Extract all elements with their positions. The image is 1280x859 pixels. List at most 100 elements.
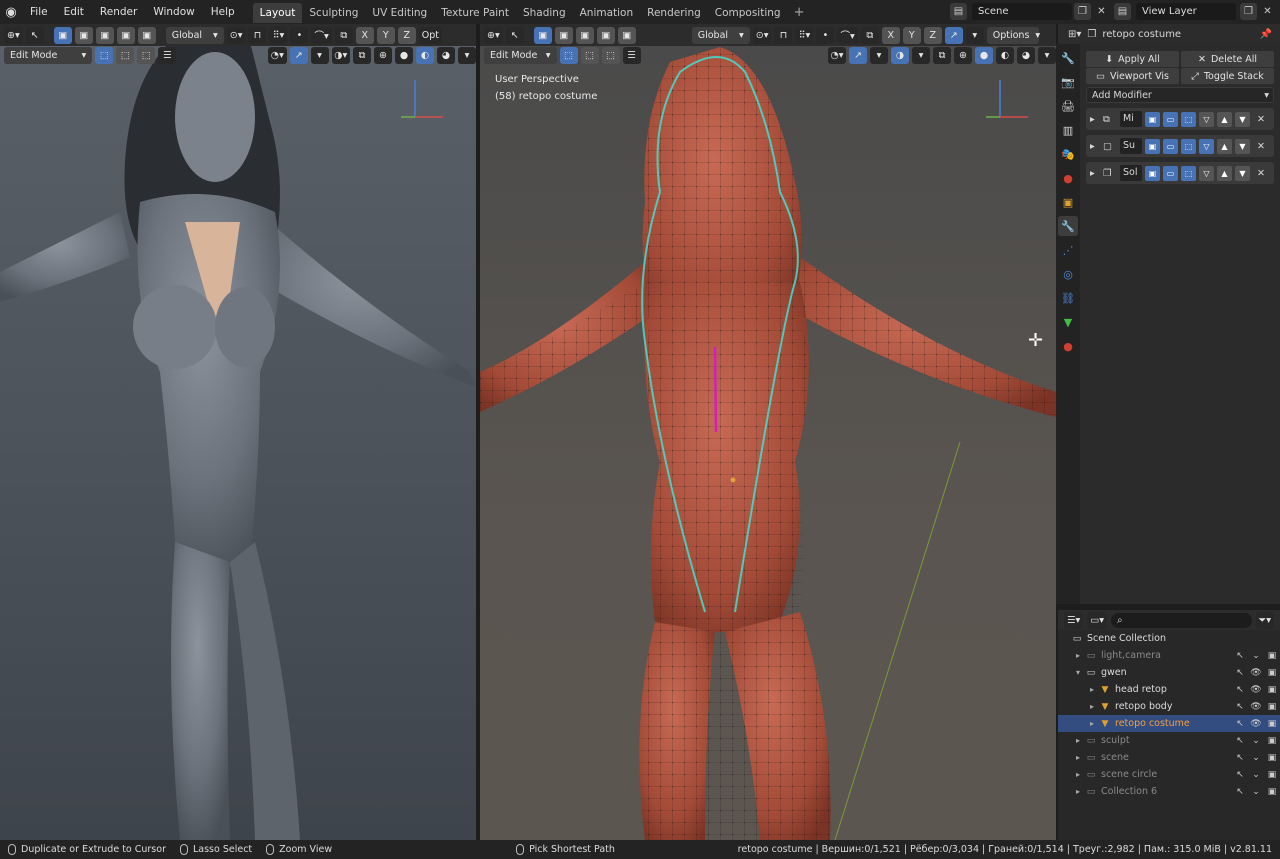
xray-toggle-icon[interactable]: ⧉: [353, 46, 371, 64]
view-layer-copy-icon[interactable]: ❐: [1240, 3, 1257, 20]
outliner-row[interactable]: ▸ ▭ scene circle ↖ ⌄ ▣: [1058, 766, 1280, 783]
menu-hamburger-icon[interactable]: ☰: [158, 46, 177, 64]
gizmo-dropdown-icon[interactable]: ▾: [310, 46, 329, 64]
on-cage-icon[interactable]: ▽: [1199, 111, 1214, 127]
view-object-types-icon[interactable]: ◔▾: [268, 46, 287, 64]
navigation-gizmo[interactable]: [395, 72, 450, 122]
camera-icon[interactable]: ▣: [1264, 753, 1280, 763]
select-arrow-icon[interactable]: ↖: [1232, 685, 1248, 695]
gizmo-toggle-icon[interactable]: ↗: [289, 46, 308, 64]
shading-rendered-icon[interactable]: ◕: [437, 46, 455, 64]
view-layer-name-field[interactable]: View Layer: [1136, 3, 1236, 20]
menu-window[interactable]: Window: [145, 0, 202, 24]
face-select-icon[interactable]: ⬚: [601, 46, 620, 64]
outliner-row[interactable]: ▸ ▭ scene ↖ ⌄ ▣: [1058, 749, 1280, 766]
viewport-icon[interactable]: ▭: [1163, 138, 1178, 154]
auto-merge-dropdown-icon[interactable]: ▾: [965, 26, 984, 44]
edit-mode-icon[interactable]: ▣: [1145, 138, 1160, 154]
outliner-editor-icon[interactable]: ☰▾: [1064, 611, 1084, 629]
pivot-icon[interactable]: ⊙▾: [226, 26, 246, 44]
scene-close-icon[interactable]: ✕: [1093, 3, 1110, 20]
axis-y-button[interactable]: Y: [902, 26, 921, 44]
gizmo-toggle-icon[interactable]: ↗: [849, 46, 867, 64]
menu-edit[interactable]: Edit: [56, 0, 92, 24]
tab-shading[interactable]: Shading: [516, 3, 573, 23]
delete-all-button[interactable]: ✕ Delete All: [1181, 51, 1274, 67]
select-mode-invert-icon[interactable]: ▣: [116, 26, 135, 44]
orientation-dropdown[interactable]: Global ▾: [165, 26, 224, 44]
orientation-dropdown[interactable]: Global ▾: [691, 26, 750, 44]
view-object-types-icon[interactable]: ◔▾: [828, 46, 846, 64]
outliner-row[interactable]: ▾ ▭ gwen ↖ 👁 ▣: [1058, 664, 1280, 681]
axis-x-button[interactable]: X: [355, 26, 374, 44]
move-up-icon[interactable]: ▲: [1217, 165, 1232, 181]
select-mode-subtract-icon[interactable]: ▣: [575, 26, 594, 44]
eye-icon[interactable]: 👁: [1248, 668, 1264, 678]
properties-editor-icon[interactable]: ⊞▾: [1068, 29, 1081, 40]
select-arrow-icon[interactable]: ↖: [1232, 668, 1248, 678]
select-arrow-icon[interactable]: ↖: [1232, 702, 1248, 712]
edit-mode-icon[interactable]: ▣: [1145, 165, 1160, 181]
eye-closed-icon[interactable]: ⌄: [1248, 753, 1264, 763]
close-icon[interactable]: ✕: [1257, 168, 1265, 179]
navigation-gizmo[interactable]: [980, 72, 1035, 122]
tool-tab-icon[interactable]: 🔧: [1058, 48, 1078, 68]
view-layer-browse-icon[interactable]: ▤: [1114, 3, 1131, 20]
tab-sculpting[interactable]: Sculpting: [302, 3, 365, 23]
shading-dropdown-icon[interactable]: ▾: [1038, 46, 1056, 64]
tab-rendering[interactable]: Rendering: [640, 3, 708, 23]
select-arrow-icon[interactable]: ↖: [1232, 753, 1248, 763]
camera-icon[interactable]: ▣: [1264, 770, 1280, 780]
expand-arrow-icon[interactable]: ▸: [1086, 719, 1098, 728]
auto-merge-icon[interactable]: ↗: [944, 26, 963, 44]
select-arrow-icon[interactable]: ↖: [1232, 651, 1248, 661]
select-mode-extend-icon[interactable]: ▣: [74, 26, 93, 44]
select-mode-extend-icon[interactable]: ▣: [554, 26, 573, 44]
physics-tab-icon[interactable]: ◎: [1058, 264, 1078, 284]
camera-icon[interactable]: ▣: [1264, 702, 1280, 712]
camera-icon[interactable]: ▣: [1264, 668, 1280, 678]
pin-icon[interactable]: 📌: [1260, 29, 1280, 40]
filter-icon[interactable]: ⏷▾: [1255, 611, 1274, 629]
cage-icon[interactable]: ⬚: [1181, 165, 1196, 181]
select-mode-intersect-icon[interactable]: ▣: [617, 26, 636, 44]
vertex-select-icon[interactable]: ⬚: [95, 46, 114, 64]
world-tab-icon[interactable]: ●: [1058, 168, 1078, 188]
shading-dropdown-icon[interactable]: ▾: [458, 46, 476, 64]
eye-closed-icon[interactable]: ⌄: [1248, 736, 1264, 746]
expand-arrow-icon[interactable]: ▸: [1090, 141, 1100, 152]
select-mode-subtract-icon[interactable]: ▣: [95, 26, 114, 44]
viewport-vis-button[interactable]: ▭ Viewport Vis: [1086, 68, 1179, 84]
axis-x-button[interactable]: X: [881, 26, 900, 44]
scene-name-field[interactable]: Scene: [972, 3, 1072, 20]
edge-select-icon[interactable]: ⬚: [580, 46, 599, 64]
tab-compositing[interactable]: Compositing: [708, 3, 788, 23]
select-arrow-icon[interactable]: ↖: [1232, 770, 1248, 780]
snap-target-icon[interactable]: ⠿▾: [269, 26, 288, 44]
pivot-icon[interactable]: ⊙▾: [752, 26, 772, 44]
outliner-row[interactable]: ▸ ▭ Collection 6 ↖ ⌄ ▣: [1058, 783, 1280, 800]
expand-arrow-icon[interactable]: ▸: [1086, 685, 1098, 694]
expand-arrow-icon[interactable]: ▸: [1090, 168, 1100, 179]
shading-rendered-icon[interactable]: ◕: [1017, 46, 1035, 64]
mode-dropdown[interactable]: Edit Mode ▾: [4, 46, 93, 64]
add-workspace-button[interactable]: +: [788, 5, 811, 20]
select-mode-new-icon[interactable]: ▣: [53, 26, 72, 44]
material-tab-icon[interactable]: ●: [1058, 336, 1078, 356]
camera-icon[interactable]: ▣: [1264, 651, 1280, 661]
select-mode-new-icon[interactable]: ▣: [533, 26, 552, 44]
view-layer-close-icon[interactable]: ✕: [1259, 3, 1276, 20]
outliner-row[interactable]: ▸ ▭ sculpt ↖ ⌄ ▣: [1058, 732, 1280, 749]
overlay-toggle-icon[interactable]: ◑: [891, 46, 909, 64]
move-down-icon[interactable]: ▼: [1235, 138, 1250, 154]
apply-all-button[interactable]: ⬇ Apply All: [1086, 51, 1179, 67]
render-tab-icon[interactable]: 📷: [1058, 72, 1078, 92]
outliner-row[interactable]: ▸ ▼ retopo body ↖ 👁 ▣: [1058, 698, 1280, 715]
object-tab-icon[interactable]: ▣: [1058, 192, 1078, 212]
view-layer-tab-icon[interactable]: ▥: [1058, 120, 1078, 140]
expand-arrow-icon[interactable]: ▸: [1072, 651, 1084, 660]
select-arrow-icon[interactable]: ↖: [1232, 736, 1248, 746]
select-arrow-icon[interactable]: ↖: [1232, 787, 1248, 797]
snap-icon[interactable]: ⊓: [774, 26, 793, 44]
on-cage-icon[interactable]: ▽: [1199, 165, 1214, 181]
